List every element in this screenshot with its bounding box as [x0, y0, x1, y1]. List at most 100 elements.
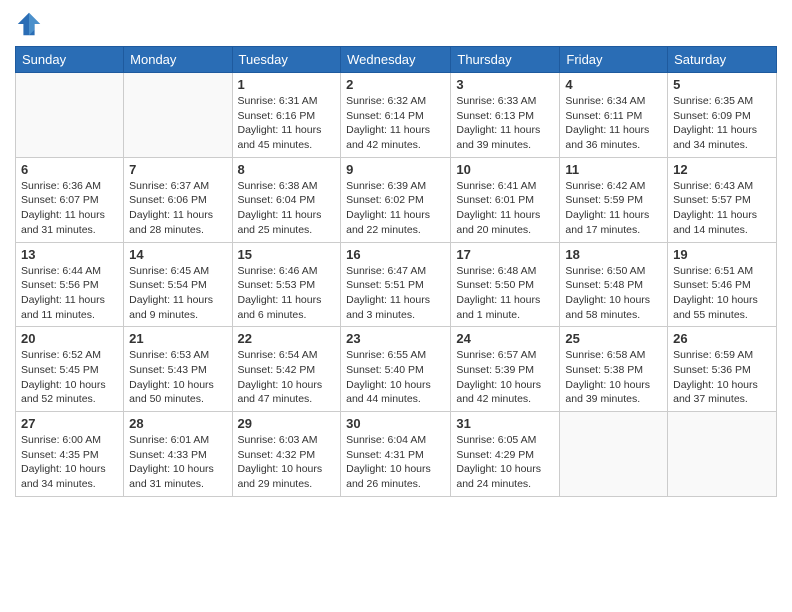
calendar-cell — [124, 73, 232, 158]
day-detail: Sunrise: 6:57 AM Sunset: 5:39 PM Dayligh… — [456, 348, 554, 407]
day-number: 23 — [346, 331, 445, 346]
weekday-header-tuesday: Tuesday — [232, 47, 341, 73]
day-number: 13 — [21, 247, 118, 262]
calendar-cell: 26Sunrise: 6:59 AM Sunset: 5:36 PM Dayli… — [668, 327, 777, 412]
day-number: 24 — [456, 331, 554, 346]
weekday-header-wednesday: Wednesday — [341, 47, 451, 73]
calendar-cell: 31 Sunrise: 6:05 AM Sunset: 4:29 PM Dayli… — [451, 412, 560, 497]
calendar-cell: 16 Sunrise: 6:47 AM Sunset: 5:51 PM Dayli… — [341, 242, 451, 327]
calendar-cell: 3 Sunrise: 6:33 AM Sunset: 6:13 PM Daylig… — [451, 73, 560, 158]
day-detail: Sunrise: 6:43 AM Sunset: 5:57 PM Dayligh… — [673, 179, 771, 238]
calendar-cell: 13Sunrise: 6:44 AM Sunset: 5:56 PM Dayli… — [16, 242, 124, 327]
weekday-header-thursday: Thursday — [451, 47, 560, 73]
day-number: 4 — [565, 77, 662, 92]
day-detail: Sunrise: 6:34 AM Sunset: 6:11 PM Dayligh… — [565, 94, 662, 153]
day-detail: Sunrise: 6:50 AM Sunset: 5:48 PM Dayligh… — [565, 264, 662, 323]
day-number: 11 — [565, 162, 662, 177]
week-row-5: 27 Sunrise: 6:00 AM Sunset: 4:35 PM Dayli… — [16, 412, 777, 497]
calendar-cell: 6 Sunrise: 6:36 AM Sunset: 6:07 PM Daylig… — [16, 157, 124, 242]
week-row-3: 13Sunrise: 6:44 AM Sunset: 5:56 PM Dayli… — [16, 242, 777, 327]
calendar-cell: 21Sunrise: 6:53 AM Sunset: 5:43 PM Dayli… — [124, 327, 232, 412]
day-number: 5 — [673, 77, 771, 92]
day-number: 14 — [129, 247, 226, 262]
day-detail: Sunrise: 6:58 AM Sunset: 5:38 PM Dayligh… — [565, 348, 662, 407]
day-detail: Sunrise: 6:54 AM Sunset: 5:42 PM Dayligh… — [238, 348, 336, 407]
day-number: 17 — [456, 247, 554, 262]
day-number: 29 — [238, 416, 336, 431]
day-number: 27 — [21, 416, 118, 431]
weekday-header-friday: Friday — [560, 47, 668, 73]
day-number: 21 — [129, 331, 226, 346]
week-row-2: 6 Sunrise: 6:36 AM Sunset: 6:07 PM Daylig… — [16, 157, 777, 242]
day-detail: Sunrise: 6:00 AM Sunset: 4:35 PM Dayligh… — [21, 433, 118, 492]
calendar-cell: 20 Sunrise: 6:52 AM Sunset: 5:45 PM Dayli… — [16, 327, 124, 412]
day-detail: Sunrise: 6:45 AM Sunset: 5:54 PM Dayligh… — [129, 264, 226, 323]
calendar-cell: 18 Sunrise: 6:50 AM Sunset: 5:48 PM Dayli… — [560, 242, 668, 327]
day-detail: Sunrise: 6:55 AM Sunset: 5:40 PM Dayligh… — [346, 348, 445, 407]
day-number: 22 — [238, 331, 336, 346]
day-detail: Sunrise: 6:33 AM Sunset: 6:13 PM Dayligh… — [456, 94, 554, 153]
week-row-4: 20 Sunrise: 6:52 AM Sunset: 5:45 PM Dayli… — [16, 327, 777, 412]
day-detail: Sunrise: 6:47 AM Sunset: 5:51 PM Dayligh… — [346, 264, 445, 323]
day-detail: Sunrise: 6:03 AM Sunset: 4:32 PM Dayligh… — [238, 433, 336, 492]
day-number: 30 — [346, 416, 445, 431]
day-number: 16 — [346, 247, 445, 262]
day-number: 12 — [673, 162, 771, 177]
day-number: 3 — [456, 77, 554, 92]
calendar-cell: 15Sunrise: 6:46 AM Sunset: 5:53 PM Dayli… — [232, 242, 341, 327]
weekday-header-sunday: Sunday — [16, 47, 124, 73]
day-detail: Sunrise: 6:04 AM Sunset: 4:31 PM Dayligh… — [346, 433, 445, 492]
day-number: 2 — [346, 77, 445, 92]
day-number: 6 — [21, 162, 118, 177]
day-number: 28 — [129, 416, 226, 431]
calendar-cell: 29 Sunrise: 6:03 AM Sunset: 4:32 PM Dayli… — [232, 412, 341, 497]
day-number: 31 — [456, 416, 554, 431]
calendar-cell: 23 Sunrise: 6:55 AM Sunset: 5:40 PM Dayli… — [341, 327, 451, 412]
calendar-cell: 2 Sunrise: 6:32 AM Sunset: 6:14 PM Daylig… — [341, 73, 451, 158]
day-number: 9 — [346, 162, 445, 177]
calendar-cell: 4 Sunrise: 6:34 AM Sunset: 6:11 PM Daylig… — [560, 73, 668, 158]
logo — [15, 10, 45, 38]
day-detail: Sunrise: 6:05 AM Sunset: 4:29 PM Dayligh… — [456, 433, 554, 492]
calendar-cell: 22 Sunrise: 6:54 AM Sunset: 5:42 PM Dayli… — [232, 327, 341, 412]
day-number: 1 — [238, 77, 336, 92]
day-number: 20 — [21, 331, 118, 346]
day-detail: Sunrise: 6:38 AM Sunset: 6:04 PM Dayligh… — [238, 179, 336, 238]
calendar-cell: 7Sunrise: 6:37 AM Sunset: 6:06 PM Daylig… — [124, 157, 232, 242]
calendar-cell: 9 Sunrise: 6:39 AM Sunset: 6:02 PM Daylig… — [341, 157, 451, 242]
day-detail: Sunrise: 6:32 AM Sunset: 6:14 PM Dayligh… — [346, 94, 445, 153]
day-number: 19 — [673, 247, 771, 262]
calendar-cell: 28 Sunrise: 6:01 AM Sunset: 4:33 PM Dayli… — [124, 412, 232, 497]
day-detail: Sunrise: 6:31 AM Sunset: 6:16 PM Dayligh… — [238, 94, 336, 153]
calendar-cell: 27 Sunrise: 6:00 AM Sunset: 4:35 PM Dayli… — [16, 412, 124, 497]
day-detail: Sunrise: 6:01 AM Sunset: 4:33 PM Dayligh… — [129, 433, 226, 492]
page: SundayMondayTuesdayWednesdayThursdayFrid… — [0, 0, 792, 507]
day-number: 10 — [456, 162, 554, 177]
calendar-cell: 5 Sunrise: 6:35 AM Sunset: 6:09 PM Daylig… — [668, 73, 777, 158]
calendar-cell — [560, 412, 668, 497]
header — [15, 10, 777, 38]
week-row-1: 1 Sunrise: 6:31 AM Sunset: 6:16 PM Daylig… — [16, 73, 777, 158]
logo-icon — [15, 10, 43, 38]
calendar-cell: 19 Sunrise: 6:51 AM Sunset: 5:46 PM Dayli… — [668, 242, 777, 327]
calendar-cell: 1 Sunrise: 6:31 AM Sunset: 6:16 PM Daylig… — [232, 73, 341, 158]
day-detail: Sunrise: 6:46 AM Sunset: 5:53 PM Dayligh… — [238, 264, 336, 323]
calendar-cell: 11 Sunrise: 6:42 AM Sunset: 5:59 PM Dayli… — [560, 157, 668, 242]
day-number: 18 — [565, 247, 662, 262]
calendar-cell: 17 Sunrise: 6:48 AM Sunset: 5:50 PM Dayli… — [451, 242, 560, 327]
weekday-header-monday: Monday — [124, 47, 232, 73]
day-detail: Sunrise: 6:35 AM Sunset: 6:09 PM Dayligh… — [673, 94, 771, 153]
calendar-cell — [16, 73, 124, 158]
day-detail: Sunrise: 6:48 AM Sunset: 5:50 PM Dayligh… — [456, 264, 554, 323]
weekday-header-saturday: Saturday — [668, 47, 777, 73]
day-detail: Sunrise: 6:42 AM Sunset: 5:59 PM Dayligh… — [565, 179, 662, 238]
day-number: 26 — [673, 331, 771, 346]
calendar-table: SundayMondayTuesdayWednesdayThursdayFrid… — [15, 46, 777, 497]
day-number: 25 — [565, 331, 662, 346]
day-detail: Sunrise: 6:51 AM Sunset: 5:46 PM Dayligh… — [673, 264, 771, 323]
day-detail: Sunrise: 6:36 AM Sunset: 6:07 PM Dayligh… — [21, 179, 118, 238]
day-detail: Sunrise: 6:41 AM Sunset: 6:01 PM Dayligh… — [456, 179, 554, 238]
day-detail: Sunrise: 6:52 AM Sunset: 5:45 PM Dayligh… — [21, 348, 118, 407]
calendar-cell: 14 Sunrise: 6:45 AM Sunset: 5:54 PM Dayli… — [124, 242, 232, 327]
day-detail: Sunrise: 6:39 AM Sunset: 6:02 PM Dayligh… — [346, 179, 445, 238]
